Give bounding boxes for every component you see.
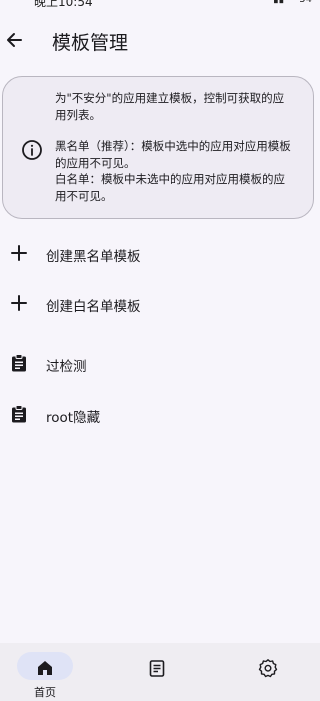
blacklist-description: 黑名单（推荐）：模板中选中的应用对应用模板的应用不可见。 (55, 139, 291, 170)
status-time: 晚上10:54 (34, 0, 93, 9)
plus-icon (11, 295, 27, 311)
settings-icon (258, 659, 278, 678)
page-title: 模板管理 (52, 32, 129, 54)
app-bar: 模板管理 (0, 14, 320, 66)
whitelist-description: 白名单：模板中未选中的应用对应用模板的应用不可见。 (55, 172, 285, 203)
template-item-root-hide[interactable]: root隐藏 (0, 390, 320, 440)
template-item-detection[interactable]: 过检测 (0, 339, 320, 389)
plus-icon (11, 245, 27, 261)
info-intro-text: 为"不安分"的应用建立模板，控制可获取的应用列表。 (55, 91, 285, 122)
info-rules: 黑名单（推荐）：模板中选中的应用对应用模板的应用不可见。 白名单：模板中未选中的… (55, 138, 293, 204)
info-icon (22, 140, 42, 160)
nav-item-settings[interactable] (230, 643, 310, 701)
info-card: 为"不安分"的应用建立模板，控制可获取的应用列表。 黑名单（推荐）：模板中选中的… (2, 76, 314, 219)
bottom-navigation: 首页 (0, 643, 320, 701)
create-blacklist-template-button[interactable]: 创建黑名单模板 (0, 229, 320, 279)
status-bar: 晚上10:54 ▮▮ ◠ 54 (0, 0, 320, 10)
clipboard-icon (12, 405, 26, 423)
battery-level: 54 (299, 0, 312, 5)
nav-label-home: 首页 (34, 686, 56, 699)
nav-item-templates[interactable] (120, 643, 200, 701)
nav-item-home[interactable]: 首页 (0, 643, 80, 701)
template-item-label: 过检测 (46, 359, 87, 375)
list-icon (149, 660, 165, 677)
create-blacklist-template-label: 创建黑名单模板 (46, 249, 141, 265)
create-whitelist-template-button[interactable]: 创建白名单模板 (0, 279, 320, 329)
create-whitelist-template-label: 创建白名单模板 (46, 299, 141, 315)
home-icon (38, 661, 52, 675)
back-button[interactable] (4, 26, 26, 54)
status-icons: ▮▮ ◠ 54 (273, 0, 312, 5)
arrow-left-icon (7, 33, 22, 47)
clipboard-icon (12, 354, 26, 372)
template-item-label: root隐藏 (46, 410, 101, 426)
